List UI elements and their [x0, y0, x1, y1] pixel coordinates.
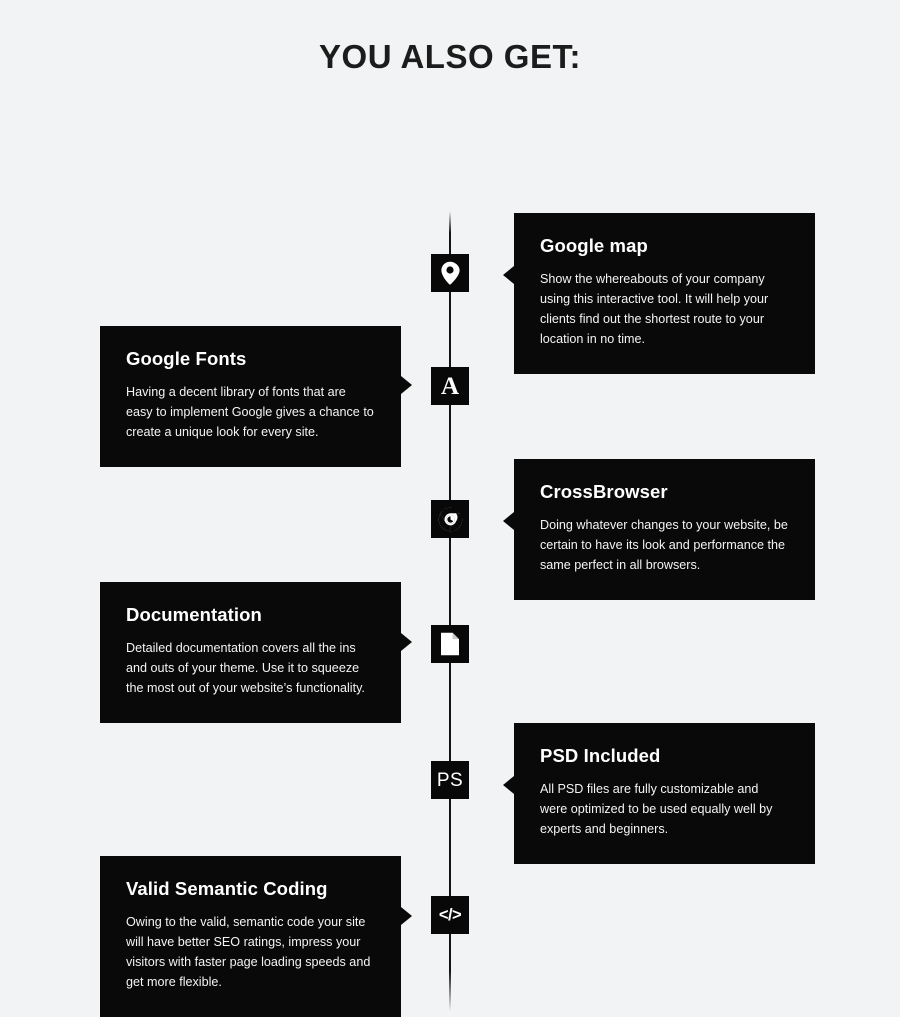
feature-title: CrossBrowser	[540, 481, 668, 502]
page-title: YOU ALSO GET:	[319, 38, 581, 75]
feature-description: Doing whatever changes to your website, …	[540, 518, 788, 572]
feature-description: Detailed documentation covers all the in…	[126, 641, 365, 695]
card-pointer-arrow	[401, 907, 412, 925]
feature-title: PSD Included	[540, 745, 661, 766]
feature-card: Google Fonts Having a decent library of f…	[100, 326, 401, 467]
timeline-spine	[449, 211, 451, 1011]
card-pointer-arrow	[503, 266, 514, 284]
letter-a-font-icon: A	[440, 372, 460, 400]
feature-card: Google map Show the whereabouts of your c…	[514, 213, 815, 374]
feature-description: Having a decent library of fonts that ar…	[126, 385, 374, 439]
feature-card: Documentation Detailed documentation cove…	[100, 582, 401, 723]
code-brackets-icon: </>	[438, 905, 462, 924]
feature-card: CrossBrowser Doing whatever changes to yo…	[514, 459, 815, 600]
document-page-icon	[440, 632, 460, 656]
feature-card: Valid Semantic Coding Owing to the valid,…	[100, 856, 401, 1017]
timeline-node: A	[431, 367, 469, 405]
feature-description: Show the whereabouts of your company usi…	[540, 272, 769, 346]
feature-title: Documentation	[126, 604, 262, 625]
timeline-node	[431, 254, 469, 292]
timeline-node: </>	[431, 896, 469, 934]
feature-title: Google Fonts	[126, 348, 247, 369]
card-pointer-arrow	[503, 512, 514, 530]
feature-description: All PSD files are fully customizable and…	[540, 782, 773, 836]
timeline-node	[431, 625, 469, 663]
map-pin-icon	[440, 261, 460, 285]
photoshop-ps-icon: PS	[436, 769, 464, 791]
card-pointer-arrow	[503, 776, 514, 794]
feature-description: Owing to the valid, semantic code your s…	[126, 915, 371, 989]
card-pointer-arrow	[401, 376, 412, 394]
feature-card: PSD Included All PSD files are fully cust…	[514, 723, 815, 864]
features-timeline: Google map Show the whereabouts of your c…	[0, 76, 900, 1017]
card-pointer-arrow	[401, 633, 412, 651]
timeline-node	[431, 500, 469, 538]
feature-title: Valid Semantic Coding	[126, 878, 328, 899]
feature-title: Google map	[540, 235, 648, 256]
chrome-browser-icon	[438, 507, 463, 532]
timeline-node: PS	[431, 761, 469, 799]
